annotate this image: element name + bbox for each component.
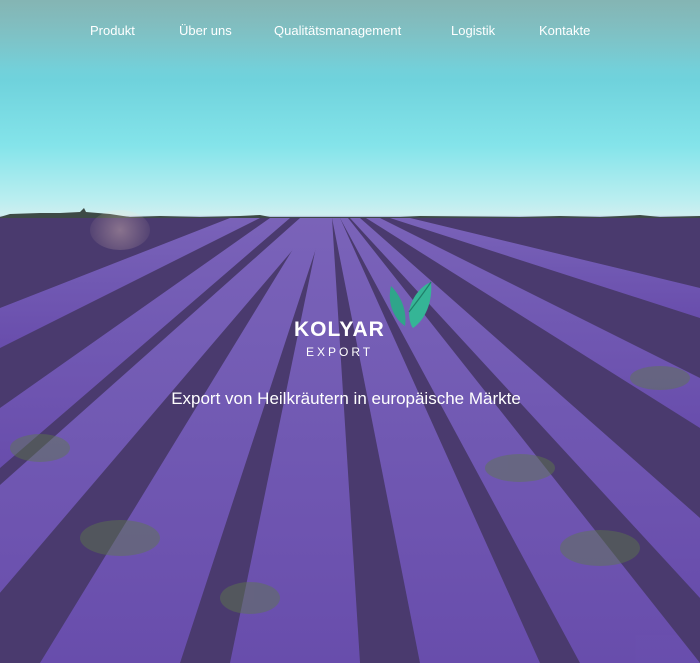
nav-kontakte[interactable]: Kontakte xyxy=(539,22,590,40)
logo-subtitle: EXPORT xyxy=(306,345,374,359)
nav-ueber-uns[interactable]: Über uns xyxy=(179,22,232,40)
nav-logistik[interactable]: Logistik xyxy=(451,22,495,40)
company-logo[interactable]: KOLYAR EXPORT xyxy=(290,280,440,365)
hero-tagline: Export von Heilkräutern in europäische M… xyxy=(171,389,521,408)
nav-produkt[interactable]: Produkt xyxy=(90,22,135,40)
nav-qualitaetsmanagement[interactable]: Qualitätsmanagement xyxy=(274,22,401,40)
main-nav: Produkt Über uns Qualitätsmanagement Log… xyxy=(0,0,700,62)
leaf-icon xyxy=(389,281,432,328)
logo-wordmark: KOLYAR xyxy=(294,318,385,341)
sun-glare xyxy=(90,210,150,250)
